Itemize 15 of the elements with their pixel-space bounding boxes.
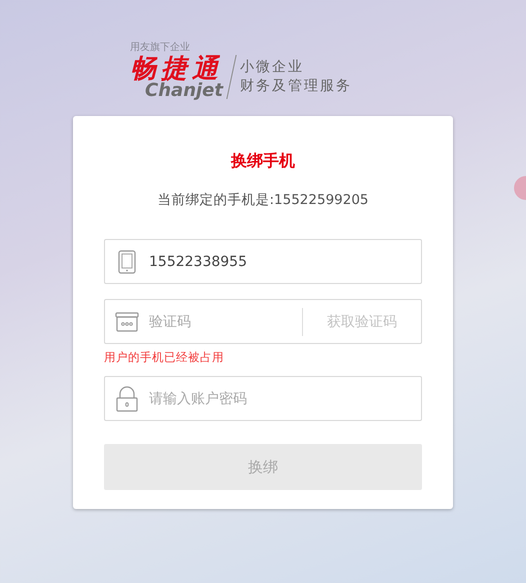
card-title: 换绑手机 [230, 150, 296, 172]
text-input[interactable]: 验证码 [147, 312, 302, 330]
input-field[interactable]: 请输入账户密码 [104, 376, 422, 421]
logo-tagline: 用友旗下企业 [130, 42, 191, 54]
text-input[interactable]: 请输入账户密码 [147, 390, 421, 408]
logo-slogan: 小微企业 [240, 58, 305, 77]
input-field[interactable]: 15522338955 [104, 239, 422, 284]
text-input[interactable]: 15522338955 [147, 252, 421, 270]
error-message: 用户的手机已经被占用 [104, 349, 225, 365]
current-phone-text: 当前绑定的手机是:15522599205 [156, 191, 370, 210]
keypad-icon [115, 312, 139, 332]
brand-name: 畅捷通 [130, 54, 223, 84]
brand-latin-name: Chanjet [145, 82, 223, 100]
lock-icon [115, 386, 139, 412]
logo-slogan: 财务及管理服务 [240, 77, 352, 96]
